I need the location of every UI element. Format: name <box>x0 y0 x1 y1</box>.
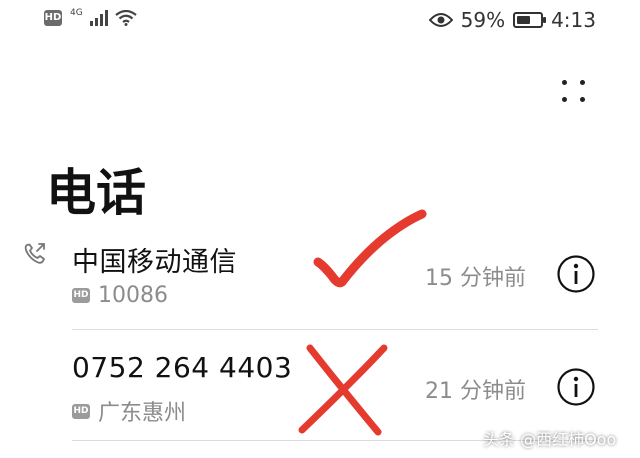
battery-percent: 59% <box>460 8 506 32</box>
menu-dot <box>562 97 567 102</box>
outgoing-call-icon <box>24 243 45 264</box>
call-time: 15 分钟前 <box>425 266 526 291</box>
signal-icon <box>89 10 108 26</box>
clock: 4:13 <box>551 8 596 32</box>
status-left: HD 4G <box>44 8 137 26</box>
cross-mark-annotation <box>298 344 388 436</box>
menu-dot <box>580 80 585 85</box>
contact-name: 中国移动通信 <box>72 247 237 278</box>
wifi-icon <box>115 10 137 26</box>
contact-number: 0752 264 4403 <box>72 351 293 384</box>
check-mark-annotation <box>313 209 427 288</box>
battery-fill <box>517 16 531 24</box>
status-bar: HD 4G 59% 4:13 <box>0 0 640 44</box>
info-icon[interactable] <box>556 254 596 294</box>
info-icon[interactable] <box>556 367 596 407</box>
eye-icon <box>428 13 453 27</box>
phone-number: 10086 <box>98 283 168 308</box>
call-subtitle: HD 10086 <box>72 283 168 308</box>
network-type: 4G <box>70 8 83 18</box>
hd-badge: HD <box>72 288 90 303</box>
menu-dot <box>562 80 567 85</box>
battery-icon <box>513 12 547 28</box>
call-subtitle: HD 广东惠州 <box>72 395 186 427</box>
page-title: 电话 <box>46 164 146 222</box>
row-divider <box>72 329 598 330</box>
watermark: 头条 @西红柿Ooo <box>483 430 617 449</box>
call-time: 21 分钟前 <box>425 379 526 404</box>
hd-badge: HD <box>72 403 90 419</box>
status-right: 59% 4:13 <box>428 8 596 32</box>
four-dot-menu-icon[interactable] <box>560 78 590 108</box>
hd-badge: HD <box>44 10 62 26</box>
phone-location: 广东惠州 <box>98 401 187 426</box>
menu-dot <box>580 97 585 102</box>
